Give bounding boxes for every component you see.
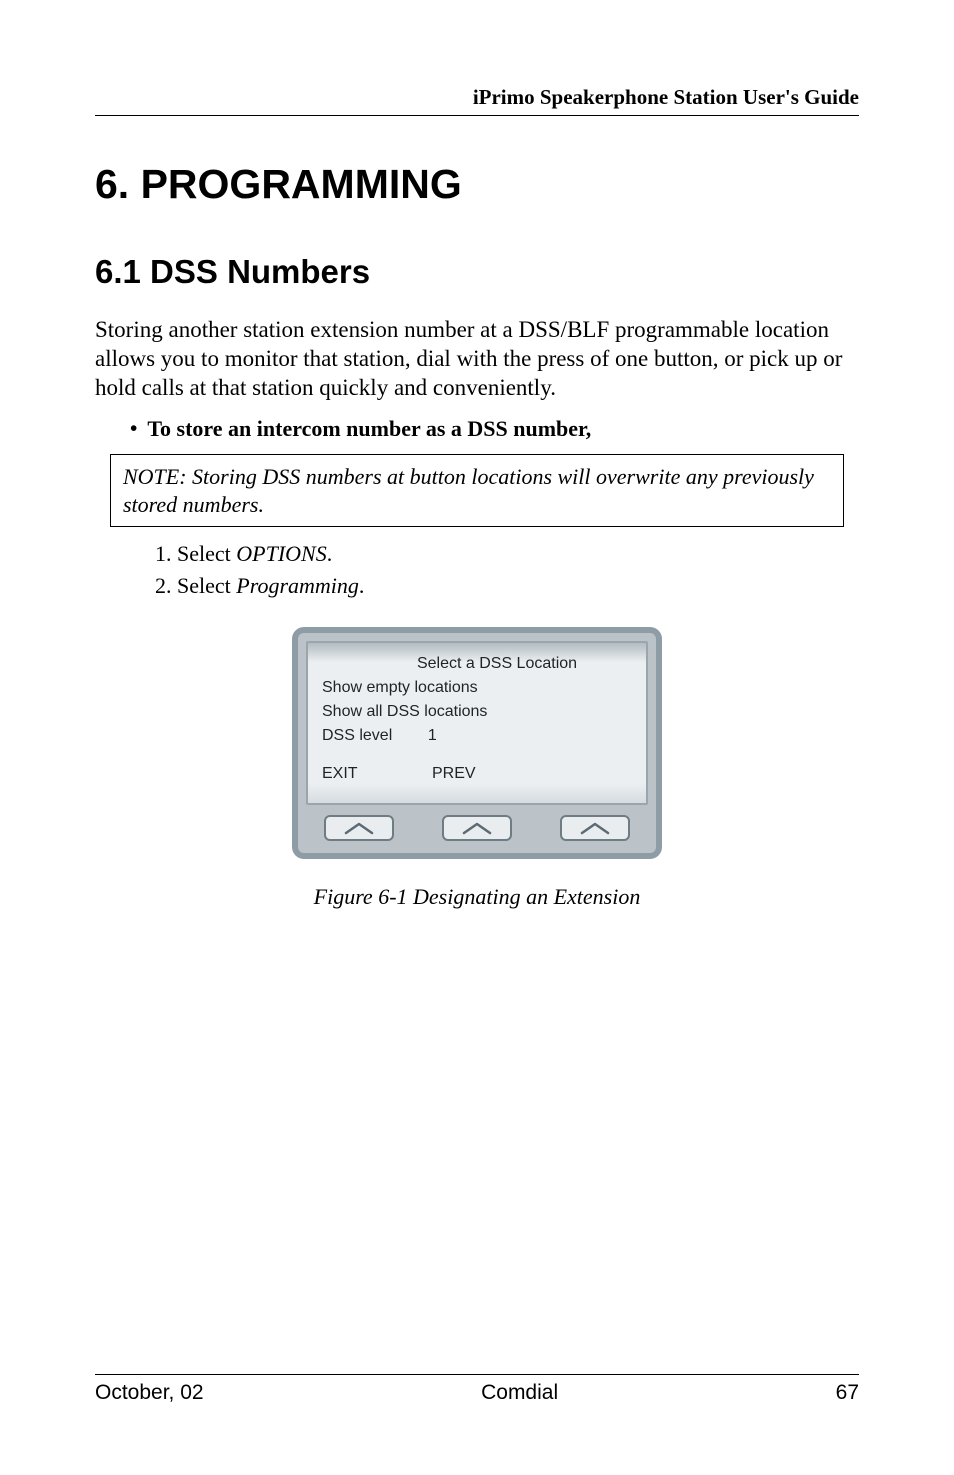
page-header: iPrimo Speakerphone Station User's Guide	[95, 85, 859, 116]
chevron-up-icon	[578, 821, 612, 835]
step-2-value: Programming	[236, 573, 359, 598]
lcd-screen: Select a DSS Location Show empty locatio…	[306, 641, 648, 805]
step-1-value: OPTIONS	[236, 541, 326, 566]
chevron-up-icon	[460, 821, 494, 835]
figure: Select a DSS Location Show empty locatio…	[95, 627, 859, 910]
numbered-list: 1. Select OPTIONS. 2. Select Programming…	[155, 541, 859, 599]
footer-brand: Comdial	[481, 1381, 558, 1405]
lcd-prev-label: PREV	[432, 765, 482, 783]
step-1: 1. Select OPTIONS.	[155, 541, 859, 567]
step-2-suffix: .	[359, 573, 365, 598]
softkey-button-1[interactable]	[324, 815, 394, 841]
lcd-softkey-labels: EXIT PREV	[322, 765, 632, 783]
note-box: NOTE: Storing DSS numbers at button loca…	[110, 454, 844, 527]
chapter-title: 6. PROGRAMMING	[95, 161, 859, 208]
softkey-buttons-row	[306, 805, 648, 845]
lcd-device: Select a DSS Location Show empty locatio…	[292, 627, 662, 859]
note-text: NOTE: Storing DSS numbers at button loca…	[123, 463, 831, 518]
lcd-exit-label: EXIT	[322, 765, 372, 783]
running-header-title: iPrimo Speakerphone Station User's Guide	[95, 85, 859, 110]
lcd-dss-level-label: DSS level	[322, 727, 392, 744]
bullet-item: • To store an intercom number as a DSS n…	[130, 416, 859, 442]
lcd-line-dss-level: DSS level 1	[322, 727, 632, 745]
step-2: 2. Select Programming.	[155, 573, 859, 599]
figure-caption: Figure 6-1 Designating an Extension	[95, 884, 859, 910]
page-footer: October, 02 Comdial 67	[95, 1374, 859, 1405]
chevron-up-icon	[342, 821, 376, 835]
step-1-prefix: 1. Select	[155, 541, 236, 566]
step-1-suffix: .	[327, 541, 333, 566]
lcd-dss-level-value: 1	[428, 727, 437, 744]
lcd-line-empty-locations: Show empty locations	[322, 679, 632, 697]
section-title: 6.1 DSS Numbers	[95, 253, 859, 291]
step-2-prefix: 2. Select	[155, 573, 236, 598]
bullet-text: To store an intercom number as a DSS num…	[147, 416, 591, 442]
softkey-button-2[interactable]	[442, 815, 512, 841]
lcd-line-all-locations: Show all DSS locations	[322, 703, 632, 721]
footer-date: October, 02	[95, 1381, 204, 1405]
softkey-button-3[interactable]	[560, 815, 630, 841]
lcd-title: Select a DSS Location	[362, 655, 632, 673]
footer-page-number: 67	[836, 1381, 859, 1405]
bullet-marker: •	[130, 416, 137, 442]
intro-paragraph: Storing another station extension number…	[95, 316, 859, 402]
